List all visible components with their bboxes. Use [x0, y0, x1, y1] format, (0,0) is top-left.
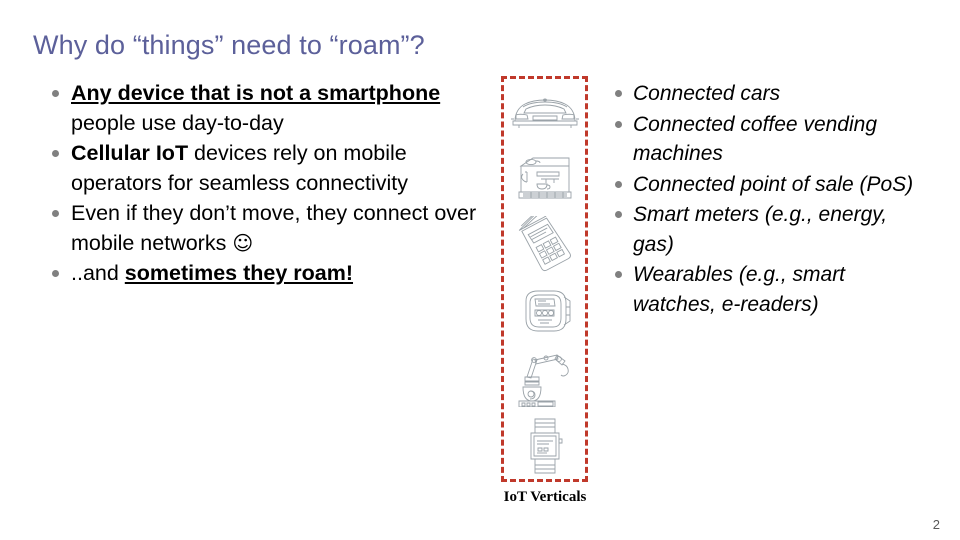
list-item: Cellular IoT devices rely on mobile oper…	[52, 139, 477, 198]
page-title: Why do “things” need to “roam”?	[33, 30, 425, 60]
list-item-rest: ..and	[71, 261, 125, 285]
page-number: 2	[932, 517, 940, 532]
list-item: Any device that is not a smartphone peop…	[52, 79, 477, 138]
list-item-text: Connected point of sale (PoS)	[633, 172, 914, 196]
list-item-rest: people use day-to-day	[71, 110, 284, 135]
bullet-dot-icon	[52, 150, 59, 157]
iot-verticals-figure-border	[501, 76, 588, 482]
list-item: Connected coffee vending machines	[615, 110, 915, 169]
list-item-text: Cellular IoT devices rely on mobile oper…	[71, 139, 477, 198]
list-item: Connected point of sale (PoS)	[615, 170, 915, 200]
figure-caption: IoT Verticals	[503, 489, 587, 505]
bullet-dot-icon	[615, 211, 622, 218]
bullet-dot-icon	[52, 270, 59, 277]
list-item-text: Even if they don’t move, they connect ov…	[71, 199, 477, 258]
list-item-text: Connected coffee vending machines	[633, 112, 878, 166]
list-item-text: Connected cars	[633, 82, 781, 105]
list-item-text: Smart meters (e.g., energy, gas)	[633, 203, 888, 256]
list-item: Even if they don’t move, they connect ov…	[52, 199, 477, 258]
bullet-dot-icon	[615, 90, 622, 97]
bullet-dot-icon	[52, 90, 59, 97]
list-item: Wearables (e.g., smart watches, e-reader…	[615, 260, 915, 319]
list-item: Smart meters (e.g., energy, gas)	[615, 200, 915, 259]
smiley-face-icon: ☺	[232, 230, 254, 255]
list-item-text: Any device that is not a smartphone peop…	[71, 79, 477, 138]
list-item-emphasis: sometimes they roam!	[124, 261, 354, 285]
bullet-dot-icon	[52, 210, 59, 217]
list-item-emphasis: Cellular IoT	[71, 141, 189, 165]
list-item-text: ..and sometimes they roam!	[71, 259, 477, 289]
slide: Why do “things” need to “roam”? Any devi…	[0, 0, 960, 540]
list-item-emphasis: Any device that is not a smartphone	[71, 81, 441, 105]
list-item: Connected cars	[615, 79, 915, 109]
left-bullet-list: Any device that is not a smartphone peop…	[52, 79, 477, 290]
list-item: ..and sometimes they roam!	[52, 259, 477, 289]
list-item-rest: Even if they don’t move, they connect ov…	[71, 201, 477, 255]
right-bullet-list: Connected cars Connected coffee vending …	[615, 79, 915, 320]
bullet-dot-icon	[615, 271, 622, 278]
bullet-dot-icon	[615, 180, 622, 188]
bullet-dot-icon	[615, 120, 622, 128]
list-item-text: Wearables (e.g., smart watches, e-reader…	[633, 263, 846, 316]
